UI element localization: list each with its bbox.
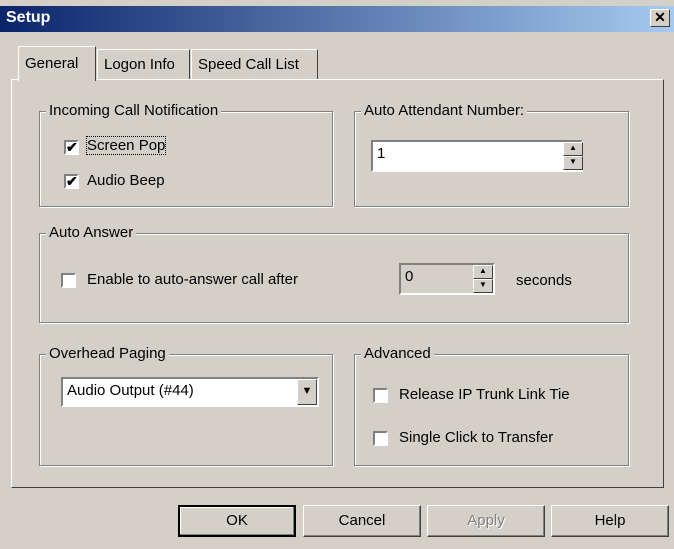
advanced-group: Advanced Release IP Trunk Link Tie Singl… xyxy=(354,345,629,466)
release-ip-label[interactable]: Release IP Trunk Link Tie xyxy=(399,386,570,403)
close-icon[interactable]: ✕ xyxy=(650,9,670,27)
auto-answer-group: Auto Answer Enable to auto-answer call a… xyxy=(39,224,629,323)
spin-up-icon[interactable]: ▲ xyxy=(473,265,493,279)
tab-logon-info[interactable]: Logon Info xyxy=(97,49,190,79)
advanced-legend: Advanced xyxy=(361,345,434,362)
apply-button-label: Apply xyxy=(467,512,505,529)
help-button[interactable]: Help xyxy=(551,505,669,537)
auto-attendant-input[interactable]: 1 xyxy=(371,140,583,172)
tab-general-label: General xyxy=(25,55,79,72)
audio-beep-checkbox[interactable]: ✔ xyxy=(64,174,79,189)
auto-attendant-legend: Auto Attendant Number: xyxy=(361,102,528,119)
overhead-paging-group: Overhead Paging Audio Output (#44) ▼ xyxy=(39,345,333,466)
auto-attendant-spinner[interactable]: ▲ ▼ xyxy=(563,142,583,170)
tab-speed-call-list[interactable]: Speed Call List xyxy=(191,49,318,79)
tab-general[interactable]: General xyxy=(18,46,96,81)
auto-answer-label[interactable]: Enable to auto-answer call after xyxy=(87,271,298,288)
ok-button[interactable]: OK xyxy=(178,505,296,537)
help-button-label: Help xyxy=(594,512,626,529)
cancel-button[interactable]: Cancel xyxy=(303,505,421,537)
auto-answer-checkbox[interactable] xyxy=(61,273,76,288)
auto-answer-spinner[interactable]: ▲ ▼ xyxy=(473,265,493,293)
seconds-label: seconds xyxy=(516,272,572,289)
incoming-call-group: Incoming Call Notification ✔ Screen Pop … xyxy=(39,102,333,207)
single-click-checkbox[interactable] xyxy=(373,431,388,446)
tab-logon-info-label: Logon Info xyxy=(104,56,175,73)
screen-pop-checkbox[interactable]: ✔ xyxy=(64,140,79,155)
tab-speed-call-list-label: Speed Call List xyxy=(198,56,299,73)
window-title: Setup xyxy=(6,9,51,26)
chevron-down-icon[interactable]: ▼ xyxy=(297,379,317,405)
auto-answer-legend: Auto Answer xyxy=(46,224,137,241)
audio-beep-label[interactable]: Audio Beep xyxy=(87,172,165,189)
incoming-call-legend: Incoming Call Notification xyxy=(46,102,222,119)
release-ip-checkbox[interactable] xyxy=(373,388,388,403)
cancel-button-label: Cancel xyxy=(338,512,386,529)
spin-down-icon[interactable]: ▼ xyxy=(473,279,493,293)
apply-button[interactable]: Apply xyxy=(427,505,545,537)
setup-dialog: Setup ✕ General Logon Info Speed Call Li… xyxy=(0,0,674,549)
overhead-paging-select[interactable]: Audio Output (#44) xyxy=(61,377,319,407)
tab-panel-general: Incoming Call Notification ✔ Screen Pop … xyxy=(11,79,664,488)
overhead-paging-legend: Overhead Paging xyxy=(46,345,169,362)
spin-down-icon[interactable]: ▼ xyxy=(563,156,583,170)
spin-up-icon[interactable]: ▲ xyxy=(563,142,583,156)
screen-pop-label[interactable]: Screen Pop xyxy=(85,136,167,155)
single-click-label[interactable]: Single Click to Transfer xyxy=(399,429,553,446)
title-bar[interactable]: Setup ✕ xyxy=(0,6,674,32)
auto-attendant-group: Auto Attendant Number: 1 ▲ ▼ xyxy=(354,102,629,207)
ok-button-label: OK xyxy=(226,512,248,529)
